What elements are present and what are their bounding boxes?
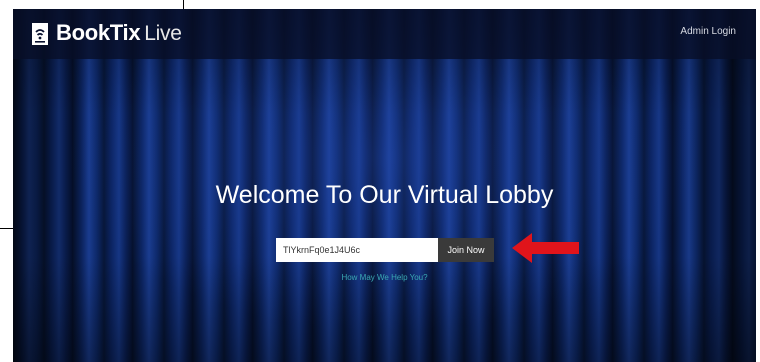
red-arrow-icon — [512, 233, 579, 263]
brand-name-bold: BookTix — [56, 20, 141, 45]
frame-line-left — [0, 228, 13, 229]
admin-login-link[interactable]: Admin Login — [680, 26, 736, 37]
top-navbar: BookTix Live Admin Login — [13, 9, 756, 59]
brand-logo[interactable]: BookTix Live — [31, 21, 182, 46]
join-form: Join Now — [276, 238, 494, 262]
help-link[interactable]: How May We Help You? — [13, 273, 756, 282]
brand-suffix: Live — [144, 22, 182, 45]
virtual-lobby-page: BookTix Live Admin Login Welcome To Our V… — [13, 9, 756, 362]
page-title: Welcome To Our Virtual Lobby — [215, 181, 554, 209]
booktix-logo-icon — [32, 22, 48, 45]
brand-name: BookTix Live — [56, 21, 182, 46]
red-arrow-shape — [512, 233, 579, 263]
join-code-input[interactable] — [276, 238, 438, 262]
frame-line-top — [183, 0, 184, 9]
join-now-button[interactable]: Join Now — [438, 238, 494, 262]
